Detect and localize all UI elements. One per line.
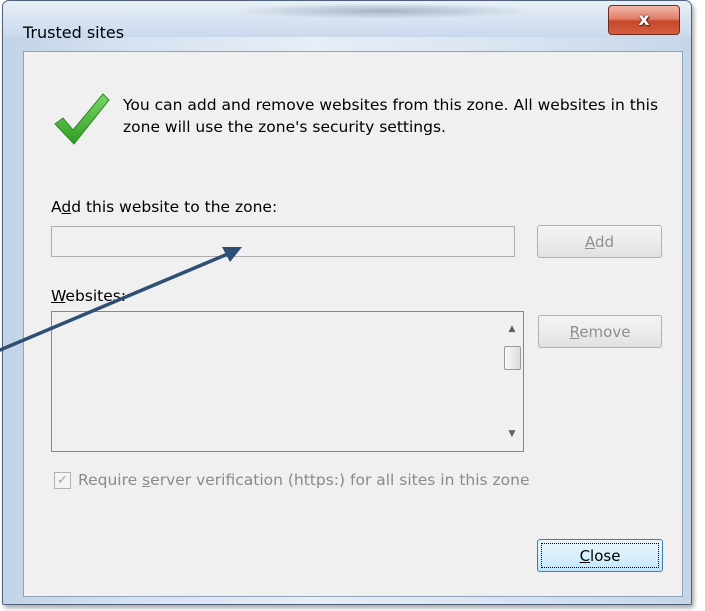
scroll-thumb[interactable]	[504, 346, 521, 370]
window-close-button[interactable]: x	[608, 5, 680, 35]
dialog-client-area: You can add and remove websites from thi…	[23, 51, 683, 597]
remove-button[interactable]: Remove	[538, 315, 662, 348]
dialog-window: Trusted sites x You can add and remove w…	[2, 0, 692, 605]
require-https-checkbox[interactable]: ✓	[54, 472, 71, 489]
add-website-input[interactable]	[51, 226, 515, 257]
websites-label: Websites:	[51, 287, 127, 305]
scroll-down-arrow-icon[interactable]: ▼	[507, 429, 517, 439]
close-icon: x	[638, 10, 650, 30]
websites-list-scrollbar[interactable]: ▲ ▼	[502, 312, 523, 451]
title-bar-glass	[233, 3, 533, 19]
green-check-icon	[54, 93, 110, 145]
close-button[interactable]: Close	[537, 539, 663, 572]
add-button[interactable]: Add	[537, 225, 662, 258]
require-https-label: Require server verification (https:) for…	[78, 471, 530, 489]
window-title: Trusted sites	[23, 23, 125, 42]
add-website-label: Add this website to the zone:	[51, 198, 278, 216]
info-text: You can add and remove websites from thi…	[123, 96, 659, 136]
scroll-up-arrow-icon[interactable]: ▲	[507, 324, 517, 334]
websites-list[interactable]: ▲ ▼	[51, 311, 524, 452]
title-bar[interactable]: Trusted sites x	[3, 1, 691, 42]
checkbox-check-icon: ✓	[57, 473, 68, 488]
